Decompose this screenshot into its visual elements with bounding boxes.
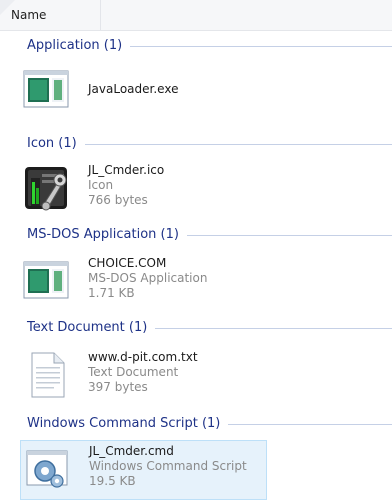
- file-size: 397 bytes: [88, 380, 148, 394]
- group-label: Application (1): [27, 38, 131, 53]
- file-name: JL_Cmder.cmd: [89, 444, 174, 458]
- text-document-icon: [31, 352, 65, 398]
- application-window-icon: [23, 70, 69, 108]
- file-size: 1.71 KB: [88, 286, 135, 300]
- file-item-jl-cmder-ico[interactable]: JL_Cmder.ico Icon 766 bytes: [20, 160, 267, 220]
- file-item-javaloader[interactable]: JavaLoader.exe: [20, 62, 267, 122]
- file-type: Windows Command Script: [89, 459, 247, 473]
- file-item-d-pit-txt[interactable]: www.d-pit.com.txt Text Document 397 byte…: [20, 347, 267, 407]
- file-item-choice-com[interactable]: CHOICE.COM MS-DOS Application 1.71 KB: [20, 253, 267, 313]
- group-header-windows-command-script[interactable]: Windows Command Script (1): [0, 413, 392, 437]
- application-window-icon: [23, 261, 69, 299]
- group-header-application[interactable]: Application (1): [0, 35, 392, 59]
- header-corner-decoration: [0, 0, 15, 15]
- command-script-gear-icon: [26, 450, 68, 488]
- group-header-ms-dos-application[interactable]: MS-DOS Application (1): [0, 224, 392, 248]
- group-header-text-document[interactable]: Text Document (1): [0, 317, 392, 341]
- group-label: MS-DOS Application (1): [27, 227, 187, 242]
- file-name: JL_Cmder.ico: [88, 163, 165, 177]
- column-header-bar: Name: [0, 0, 392, 31]
- group-label: Icon (1): [27, 136, 85, 151]
- file-type: Icon: [88, 178, 114, 192]
- group-label: Text Document (1): [27, 320, 156, 335]
- group-header-icon[interactable]: Icon (1): [0, 133, 392, 157]
- file-name: CHOICE.COM: [88, 256, 167, 270]
- jl-cmder-tool-icon: [25, 167, 67, 211]
- name-column-label: Name: [11, 8, 47, 22]
- file-name: JavaLoader.exe: [88, 82, 179, 96]
- file-size: 19.5 KB: [89, 474, 136, 488]
- file-name: www.d-pit.com.txt: [88, 350, 198, 364]
- file-item-jl-cmder-cmd[interactable]: JL_Cmder.cmd Windows Command Script 19.5…: [20, 440, 267, 500]
- file-size: 766 bytes: [88, 193, 148, 207]
- file-type: Text Document: [88, 365, 179, 379]
- group-label: Windows Command Script (1): [27, 416, 229, 431]
- file-type: MS-DOS Application: [88, 271, 208, 285]
- name-column-header[interactable]: Name: [0, 0, 101, 30]
